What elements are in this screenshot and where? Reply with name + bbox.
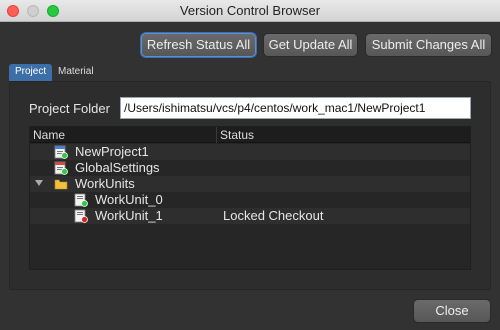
status-ok-badge-icon: [61, 168, 68, 175]
tree-row-name: WorkUnit_0: [95, 192, 163, 207]
folder-icon: [54, 179, 68, 190]
workunit-file-icon: [74, 209, 88, 223]
get-update-all-button[interactable]: Get Update All: [263, 33, 358, 57]
tree-row[interactable]: GlobalSettings: [30, 160, 470, 176]
project-folder-label: Project Folder: [29, 101, 110, 116]
status-ok-badge-icon: [61, 152, 68, 159]
file-tree[interactable]: Name Status NewProject1 GlobalSettings W…: [29, 126, 471, 270]
tree-row[interactable]: WorkUnit_1 Locked Checkout: [30, 208, 470, 224]
close-button[interactable]: Close: [413, 299, 491, 323]
tree-row[interactable]: WorkUnits: [30, 176, 470, 192]
column-divider[interactable]: [216, 127, 217, 143]
tree-row[interactable]: NewProject1: [30, 144, 470, 160]
submit-changes-all-button[interactable]: Submit Changes All: [365, 33, 492, 57]
title-bar: Version Control Browser: [0, 0, 500, 22]
window-title: Version Control Browser: [179, 3, 321, 18]
project-file-icon: [54, 145, 68, 159]
tree-row-name: WorkUnits: [75, 176, 135, 191]
refresh-status-all-button[interactable]: Refresh Status All: [141, 33, 256, 57]
tree-row-status: Locked Checkout: [223, 208, 324, 223]
settings-file-icon: [54, 161, 68, 175]
tab-project[interactable]: Project: [9, 64, 53, 81]
tree-header: Name Status: [30, 127, 470, 143]
status-locked-badge-icon: [81, 216, 88, 223]
tree-row-name: WorkUnit_1: [95, 208, 163, 223]
tree-row[interactable]: WorkUnit_0: [30, 192, 470, 208]
tree-row-name: NewProject1: [75, 144, 149, 159]
column-header-status[interactable]: Status: [220, 128, 254, 142]
project-folder-input[interactable]: [120, 97, 471, 119]
tree-row-name: GlobalSettings: [75, 160, 160, 175]
status-ok-badge-icon: [81, 200, 88, 207]
column-header-name[interactable]: Name: [33, 128, 65, 142]
workunit-file-icon: [74, 193, 88, 207]
expand-arrow-icon[interactable]: [35, 180, 43, 186]
tab-material[interactable]: Material: [52, 64, 100, 81]
